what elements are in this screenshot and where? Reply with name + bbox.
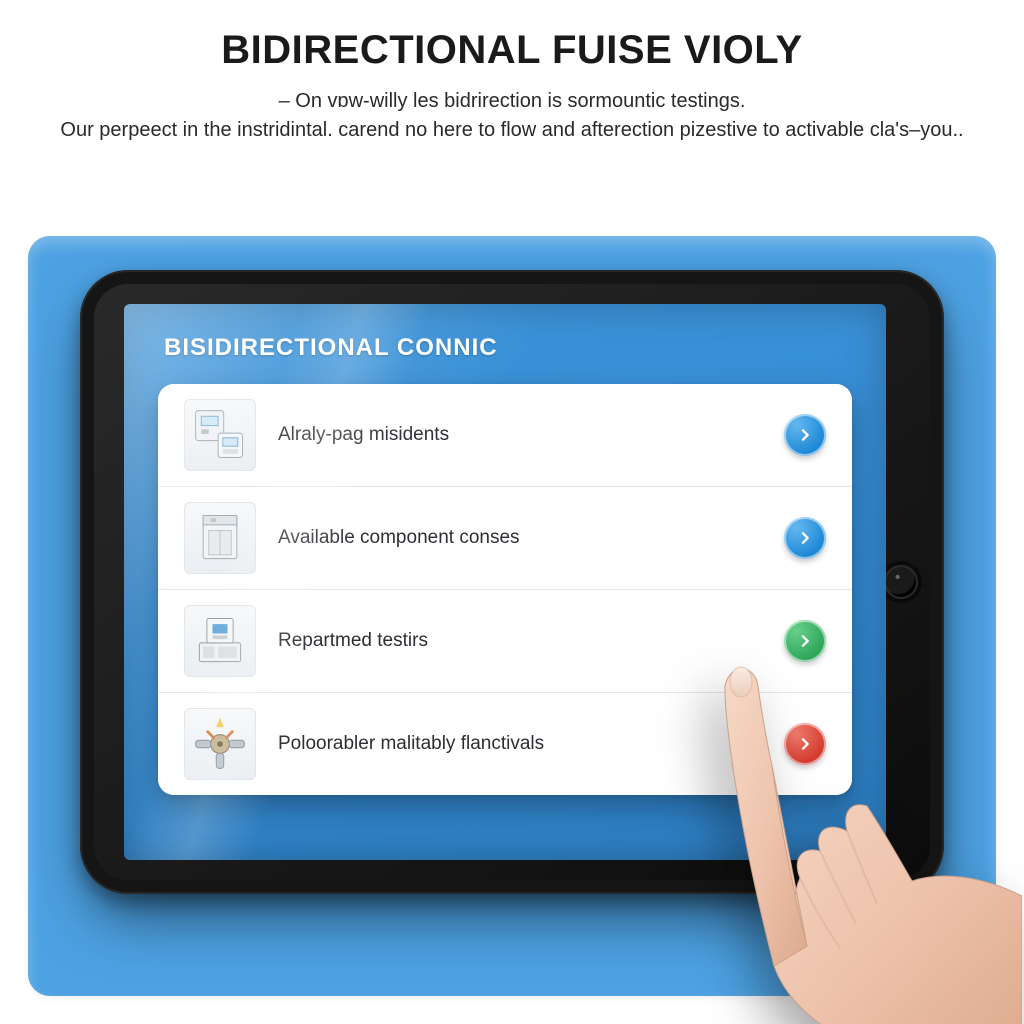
list-item-label: Poloorabler malitably flanctivals — [278, 733, 762, 755]
promo-stage: BISIDIRECTIONAL CONNIC — [28, 236, 996, 996]
list-item[interactable]: Available component conses — [158, 487, 852, 590]
valve-assembly-icon — [184, 708, 256, 780]
list-item[interactable]: Poloorabler malitably flanctivals — [158, 693, 852, 795]
chevron-right-icon[interactable] — [784, 414, 826, 456]
list-item[interactable]: Repartmed testirs — [158, 590, 852, 693]
list-item-label: Alraly-pag misidents — [278, 424, 762, 446]
home-button-icon — [884, 565, 918, 599]
meter-devices-icon — [184, 399, 256, 471]
chevron-right-icon[interactable] — [784, 723, 826, 765]
chevron-right-icon[interactable] — [784, 620, 826, 662]
page-subtitle: – On vɒw-willy les bidrirection is sormo… — [0, 87, 1024, 145]
list-item-label: Repartmed testirs — [278, 630, 762, 652]
app-title: BISIDIRECTIONAL CONNIC — [124, 304, 886, 384]
test-machine-icon — [184, 605, 256, 677]
chevron-right-icon[interactable] — [784, 517, 826, 559]
list-item-label: Available component conses — [278, 527, 762, 549]
tablet-screen: BISIDIRECTIONAL CONNIC — [124, 304, 886, 860]
options-list: Alraly-pag misidents — [158, 384, 852, 795]
page-title: BIDIRECTIONAL FUISE VIOLY — [0, 28, 1024, 73]
enclosure-icon — [184, 502, 256, 574]
list-item[interactable]: Alraly-pag misidents — [158, 384, 852, 487]
tablet-mockup: BISIDIRECTIONAL CONNIC — [80, 270, 944, 894]
